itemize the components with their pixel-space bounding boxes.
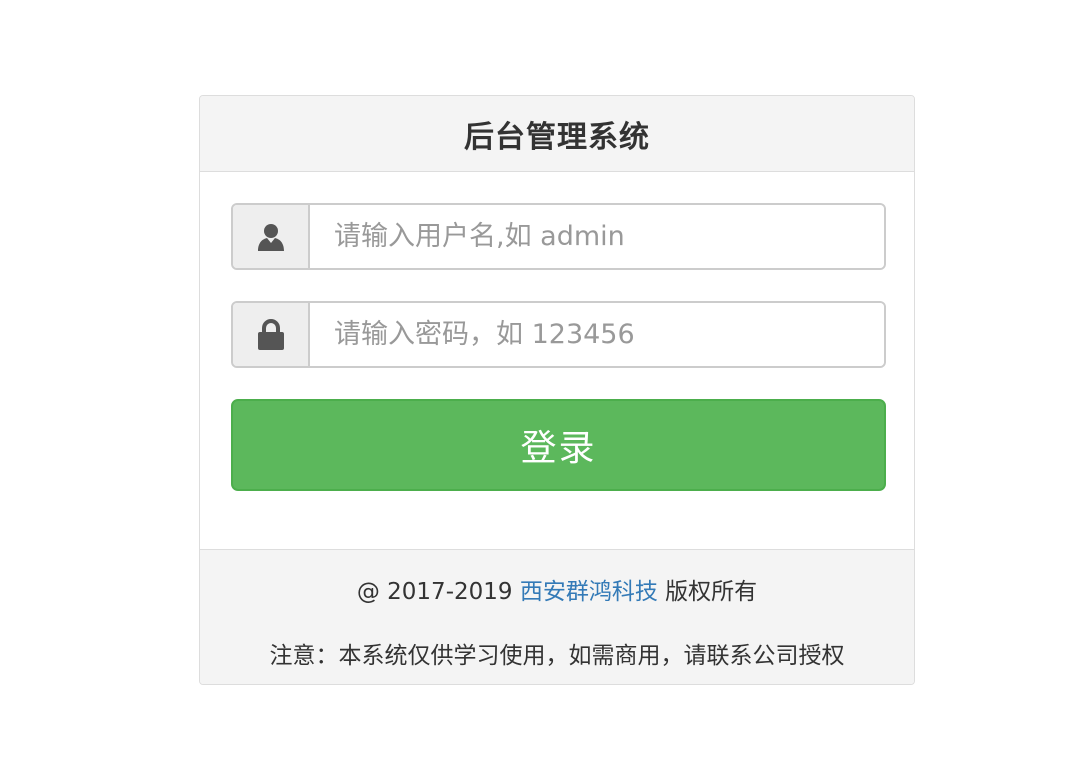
panel-footer: @ 2017-2019 西安群鸿科技 版权所有 注意：本系统仅供学习使用，如需商… — [200, 549, 914, 684]
password-input[interactable] — [310, 303, 884, 366]
lock-icon — [233, 303, 310, 366]
username-input[interactable] — [310, 205, 884, 268]
user-icon — [233, 205, 310, 268]
copyright-line: @ 2017-2019 西安群鸿科技 版权所有 — [200, 572, 914, 606]
panel-heading: 后台管理系统 — [200, 96, 914, 172]
username-input-group — [231, 203, 886, 270]
page-title: 后台管理系统 — [464, 119, 650, 155]
copyright-suffix: 版权所有 — [665, 579, 758, 605]
login-button[interactable]: 登录 — [231, 399, 886, 491]
login-panel: 后台管理系统 登录 @ 2017-2019 — [199, 95, 915, 685]
password-input-group — [231, 301, 886, 368]
company-link[interactable]: 西安群鸿科技 — [520, 579, 658, 605]
notice-text: 注意：本系统仅供学习使用，如需商用，请联系公司授权 — [269, 643, 845, 669]
copyright-prefix: @ 2017-2019 — [356, 579, 513, 605]
login-form: 登录 — [200, 172, 914, 549]
